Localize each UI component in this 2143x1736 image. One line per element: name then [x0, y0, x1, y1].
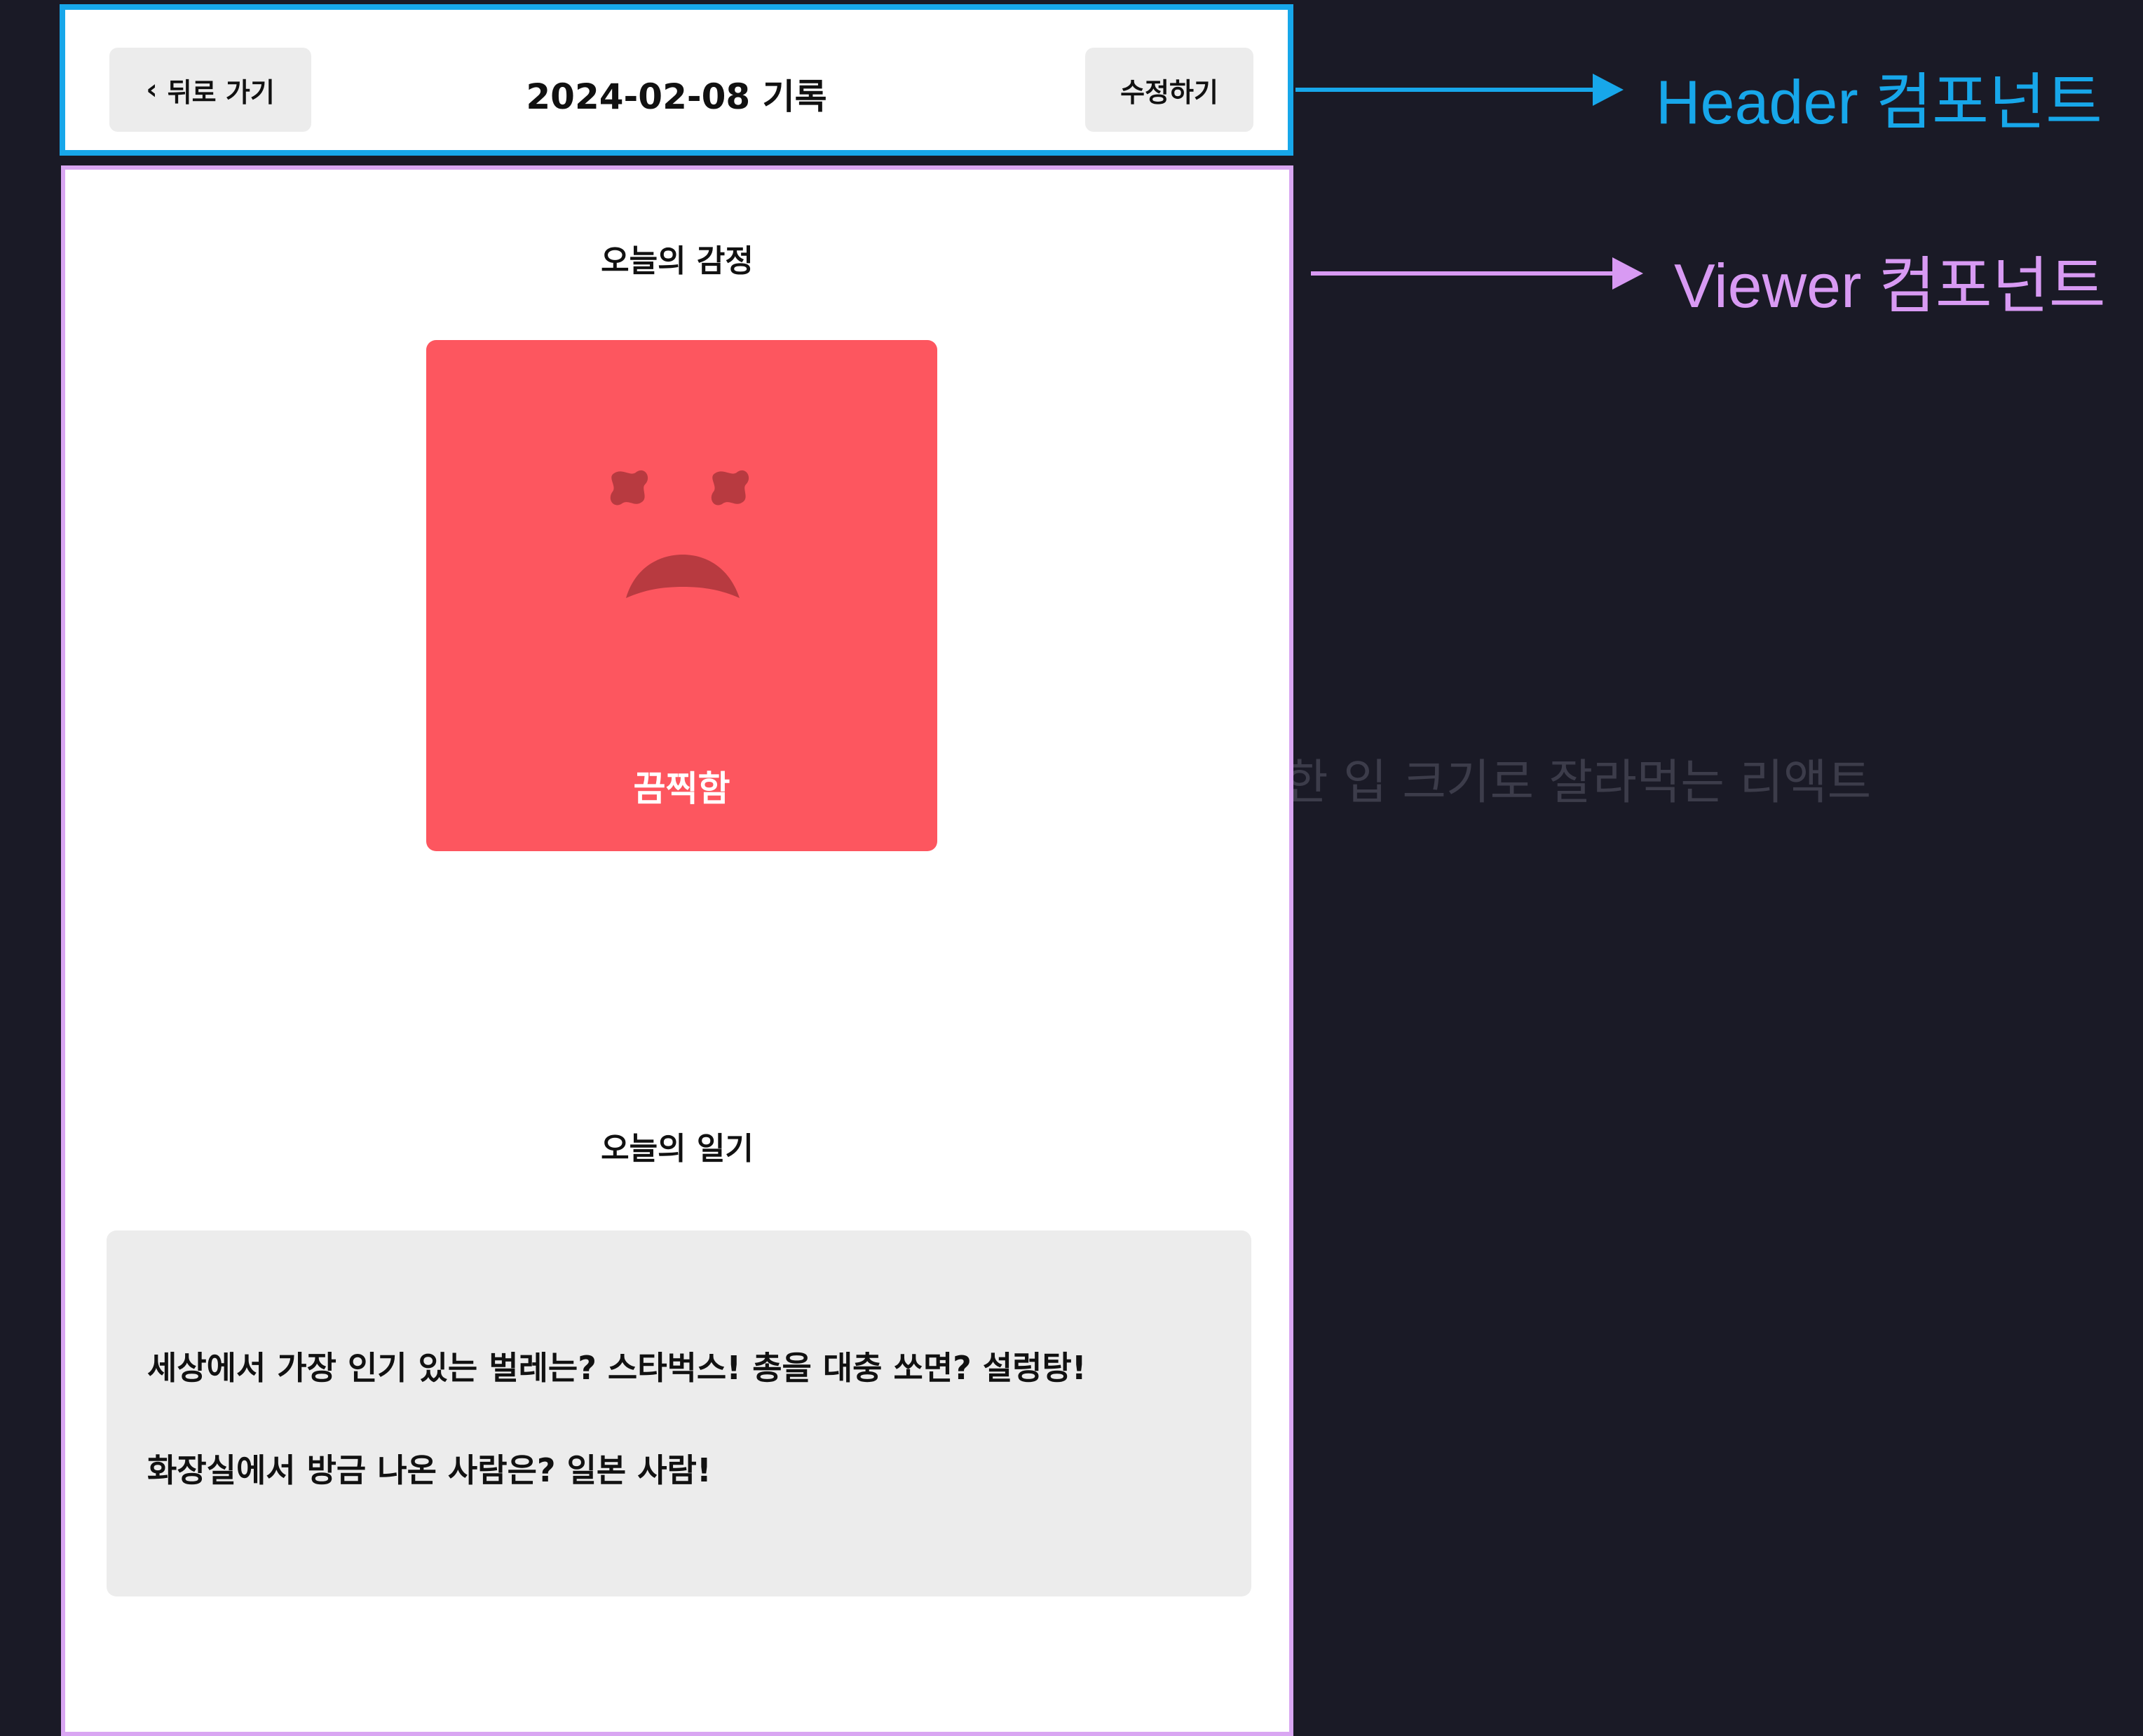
edit-button-label: 수정하기	[1120, 76, 1218, 108]
background-watermark-text: 한 입 크기로 잘라먹는 리액트	[1284, 755, 1872, 811]
header-annotation-label: Header 컴포넌트	[1656, 67, 2102, 137]
arrow-right-icon	[1612, 257, 1643, 290]
emotion-card: 끔찍함	[426, 340, 937, 851]
arrow-right-icon	[1593, 74, 1624, 106]
header-component: ‹ 뒤로 가기 2024-02-08 기록 수정하기	[60, 4, 1293, 156]
diary-content-box: 세상에서 가장 인기 있는 벌레는? 스타벅스! 총을 대충 쏘면? 설렁탕! …	[107, 1230, 1251, 1596]
viewer-annotation-label: Viewer 컴포넌트	[1674, 251, 2106, 320]
viewer-component: 오늘의 감정 끔찍함 오늘의 일기 세상에서 가장 인기 있는 벌레는? 스타벅…	[61, 165, 1293, 1736]
edit-button[interactable]: 수정하기	[1085, 48, 1253, 132]
emotion-section-title: 오늘의 감정	[601, 243, 754, 279]
viewer-annotation-line	[1311, 271, 1626, 276]
diary-section-title: 오늘의 일기	[601, 1131, 754, 1167]
header-annotation-line	[1295, 88, 1611, 92]
diary-line: 화장실에서 방금 나온 사람은? 일본 사람!	[147, 1451, 712, 1489]
emotion-label: 끔찍함	[633, 768, 730, 809]
diary-line: 세상에서 가장 인기 있는 벌레는? 스타벅스! 총을 대충 쏘면? 설렁탕!	[147, 1349, 1087, 1387]
